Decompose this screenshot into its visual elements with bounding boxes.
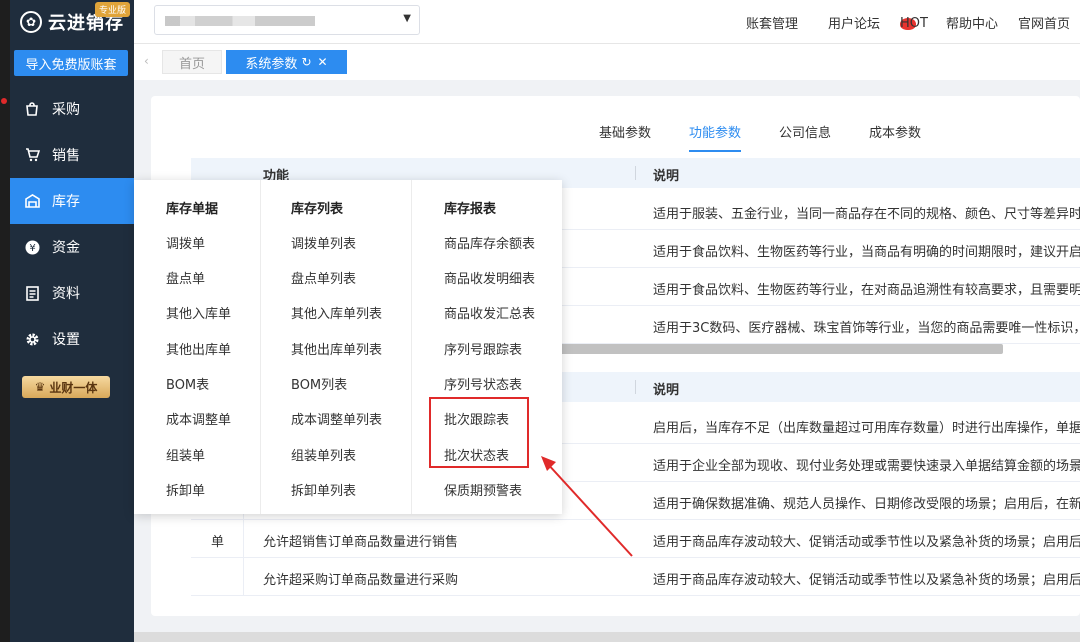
annotation-arrow (541, 456, 633, 557)
